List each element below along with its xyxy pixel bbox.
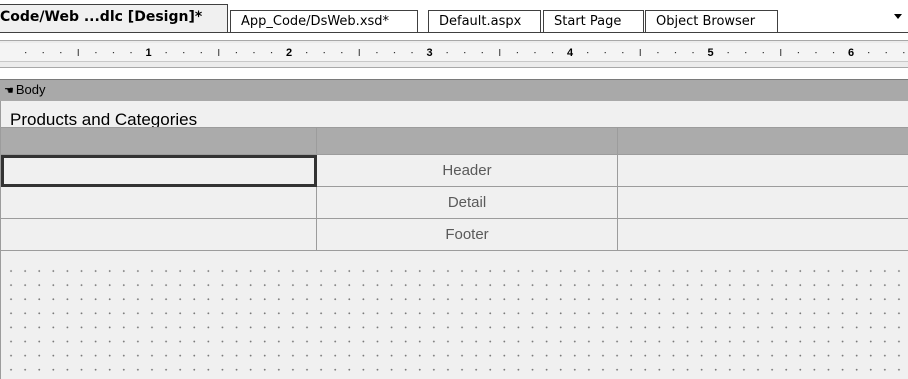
table-cell[interactable] [0,186,317,219]
table-cell[interactable] [0,218,317,251]
pointing-hand-icon: ☚ [4,85,14,97]
ruler-dot [183,52,185,54]
ruler-dot [832,52,835,54]
detail-row-label[interactable]: Detail [316,186,618,219]
ruler-dot [815,52,817,54]
ruler-dot [42,52,44,54]
horizontal-ruler: 1 2 3 4 5 6 [0,40,908,68]
ruler-ticks: 1 2 3 4 5 6 [25,47,905,59]
ruler-dot [464,52,466,54]
ruler-dot [551,52,554,54]
table-cell[interactable] [0,127,317,155]
ruler-dot [727,52,729,54]
ruler-number: 6 [848,47,854,59]
ruler-dot [411,52,413,54]
ruler-dot [235,52,238,54]
table-cell[interactable] [617,154,908,187]
ruler-dot [393,52,396,54]
ruler-number: 5 [707,47,713,59]
design-grid [1,261,908,379]
ruler-dot [341,52,343,54]
ruler-number: 4 [567,47,574,59]
ruler-dot [692,52,694,54]
tab-object-browser[interactable]: Object Browser [645,10,778,32]
ruler-dot [903,52,905,54]
tab-report-design[interactable]: Code/Web ...dlc [Design]* [0,4,228,33]
ruler-dot [446,52,448,54]
ruler-dot [306,52,308,54]
chevron-down-icon[interactable] [894,14,902,19]
ruler-number: 3 [426,47,432,59]
ruler-dot [481,52,483,54]
table-cell[interactable] [617,186,908,219]
tab-default-aspx[interactable]: Default.aspx [428,10,541,32]
table-cell[interactable] [316,127,618,155]
ruler-dot [25,52,27,54]
table-cell[interactable] [617,218,908,251]
tab-start-page[interactable]: Start Page [543,10,644,32]
ruler-dot [604,52,606,54]
ruler-dot [622,52,624,54]
ruler-dot [130,52,132,54]
ruler-dot [534,52,536,54]
ruler-dot [95,52,97,54]
ruler-number: 1 [145,47,151,59]
selected-table-cell[interactable] [0,154,317,187]
ruler-dot [270,52,273,54]
table-cell[interactable] [617,127,908,155]
report-table[interactable]: Header Detail Footer [0,127,908,251]
body-section-bar[interactable]: ☚ Body [0,79,908,101]
table-row[interactable]: Detail [0,186,908,219]
ruler-dot [587,52,589,54]
ruler-dot [112,52,115,54]
tab-dsweb-xsd[interactable]: App_Code/DsWeb.xsd* [230,10,418,32]
tab-strip-divider [0,32,908,33]
ruler-dot [868,52,870,54]
footer-row-label[interactable]: Footer [316,218,618,251]
ruler-dot [516,52,519,54]
table-row[interactable]: Footer [0,218,908,251]
ruler-dot [253,52,255,54]
document-tab-strip: Code/Web ...dlc [Design]* App_Code/DsWeb… [0,0,908,33]
ruler-dot [657,52,659,54]
table-handle-row[interactable] [0,127,908,155]
ruler-dot [323,52,325,54]
ruler-dot [376,52,378,54]
ruler-dot [885,52,887,54]
ruler-dot [745,52,747,54]
ruler-dot [60,52,62,54]
header-row-label[interactable]: Header [316,154,618,187]
ruler-dot [165,52,167,54]
ruler-dot [200,52,202,54]
ruler-dot [797,52,800,54]
ruler-dot [674,52,677,54]
ruler-dot [762,52,764,54]
section-label: Body [15,82,46,97]
table-row[interactable]: Header [0,154,908,187]
ruler-number: 2 [286,47,292,59]
